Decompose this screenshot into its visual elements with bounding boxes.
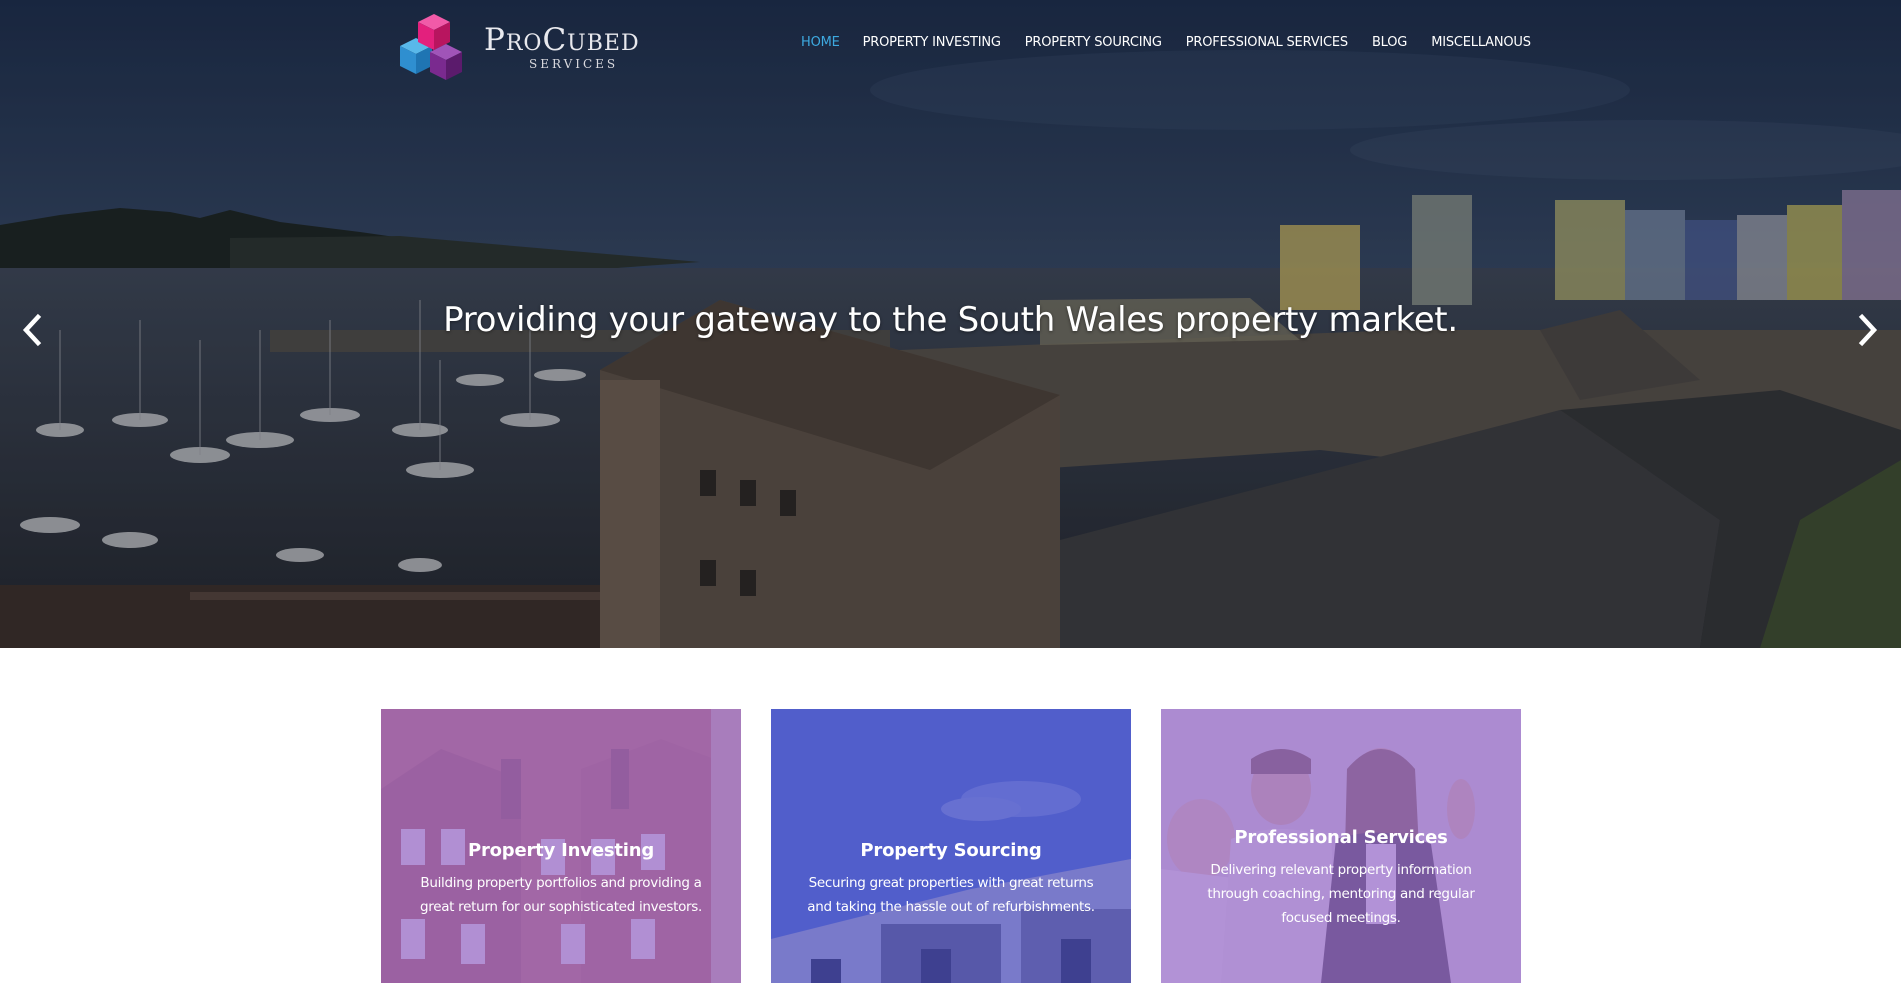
logo-brand: ProCubed [484,22,640,58]
card-title: Property Sourcing [860,840,1042,861]
logo-subtitle: SERVICES [529,57,619,71]
card-professional-services[interactable]: Professional Services Delivering relevan… [1161,709,1521,983]
card-text: Delivering relevant property information… [1207,862,1475,926]
main-nav: HOME PROPERTY INVESTING PROPERTY SOURCIN… [801,33,1531,53]
card-property-sourcing[interactable]: Property Sourcing Securing great propert… [771,709,1131,983]
card-text: Building property portfolios and providi… [419,875,703,915]
nav-home[interactable]: HOME [801,33,840,53]
logo[interactable]: ProCubed SERVICES [394,12,654,82]
card-title: Property Investing [467,840,655,861]
card-property-investing[interactable]: Property Investing Building property por… [381,709,741,983]
chevron-right-icon [1858,313,1878,347]
slider-next-button[interactable] [1852,312,1882,348]
nav-property-sourcing[interactable]: PROPERTY SOURCING [1025,33,1162,53]
nav-miscellanous[interactable]: MISCELLANOUS [1431,33,1531,53]
nav-blog[interactable]: BLOG [1372,33,1407,53]
chevron-left-icon [22,313,42,347]
nav-professional-services[interactable]: PROFESSIONAL SERVICES [1186,33,1348,53]
card-content: Property Sourcing Securing great propert… [771,840,1131,919]
card-text: Securing great properties with great ret… [807,875,1095,915]
nav-property-investing[interactable]: PROPERTY INVESTING [863,33,1001,53]
card-title: Professional Services [1234,827,1448,848]
card-content: Professional Services Delivering relevan… [1161,827,1521,930]
card-content: Property Investing Building property por… [381,840,741,919]
slider-prev-button[interactable] [18,312,48,348]
hero-headline: Providing your gateway to the South Wale… [443,300,1458,340]
logo-cubes-icon [400,14,462,80]
